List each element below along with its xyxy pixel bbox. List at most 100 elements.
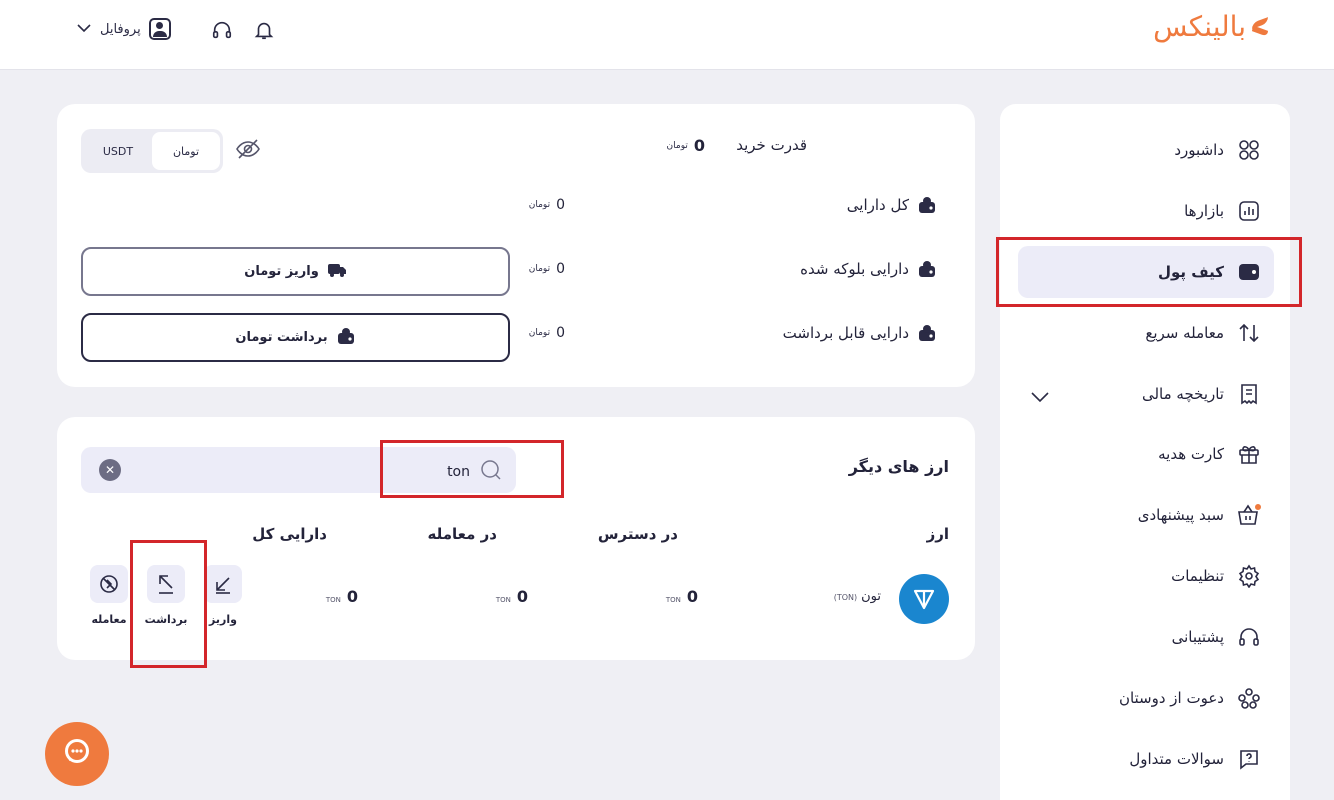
users-icon [1236,685,1262,711]
coin-in-trade-value: 0 TON [496,587,528,606]
sidebar-item-markets[interactable]: بازارها [1018,185,1274,237]
sidebar-item-suggested-basket[interactable]: سبد پیشنهادی [1018,489,1274,541]
sidebar-item-gift-card[interactable]: کارت هدیه [1018,428,1274,480]
sidebar-item-label: کارت هدیه [1158,445,1224,463]
coin-deposit-action[interactable]: واریز [204,565,242,626]
chat-button[interactable] [45,722,109,786]
asset-label: دارایی بلوکه شده [800,260,909,278]
asset-amount: 0 [556,261,565,277]
coin-trade-action[interactable]: معامله [90,565,128,626]
coin-unit: TON [495,596,511,604]
arrow-down-left-icon [204,565,242,603]
coin-available-value: 0 TON [666,587,698,606]
dashboard-icon [1236,137,1262,163]
coins-wallet-icon [917,324,937,342]
buy-power-label: قدرت خرید [736,136,807,154]
sidebar-item-settings[interactable]: تنظیمات [1018,550,1274,602]
trade-disabled-icon [90,565,128,603]
toggle-option-toman[interactable]: تومان [152,132,220,170]
profile-label: پروفایل [100,21,141,37]
sidebar-item-support[interactable]: پشتیبانی [1018,611,1274,663]
toman-unit: تومان [528,328,551,338]
sidebar: داشبورد بازارها کیف پول معامله سریع تاری… [1000,104,1290,800]
buy-power-amount: 0 [693,136,705,155]
coin-unit: TON [665,596,681,604]
sidebar-item-label: بازارها [1184,202,1224,220]
trade-label: معامله [91,613,127,626]
toman-unit: تومان [528,200,551,210]
coin-name-label: تون [861,589,881,604]
ton-logo-icon [899,574,949,624]
chevron-down-icon [76,22,92,37]
asset-value: 0 تومان [529,261,565,277]
toggle-option-usdt[interactable]: USDT [84,132,152,170]
sidebar-item-label: پشتیبانی [1171,628,1224,646]
column-header-currency: ارز [926,525,949,543]
deposit-label: واریز [209,613,237,626]
asset-value: 0 تومان [529,325,565,341]
sidebar-item-label: تنظیمات [1171,567,1224,585]
chevron-down-icon[interactable] [1030,388,1050,407]
sidebar-item-quick-trade[interactable]: معامله سریع [1018,307,1274,359]
coin-unit: TON [325,596,341,604]
asset-label: دارایی قابل برداشت [782,324,909,342]
withdraw-toman-label: برداشت تومان [235,330,328,345]
profile-menu[interactable]: پروفایل [76,18,171,40]
sidebar-item-invite-friends[interactable]: دعوت از دوستان [1018,672,1274,724]
coin-available-amount: 0 [686,587,698,606]
coin-symbol: (TON) [833,593,858,602]
question-icon [1236,746,1262,772]
asset-row-total: کل دارایی [847,196,937,214]
column-header-available: در دسترس [597,525,678,543]
deposit-toman-button[interactable]: واریز تومان [81,247,510,296]
chat-icon [59,734,95,774]
asset-amount: 0 [556,197,565,213]
coin-in-trade-amount: 0 [516,587,528,606]
asset-row-withdrawable: دارایی قابل برداشت [783,324,937,342]
section-title: ارز های دیگر [848,457,949,476]
coin-total-value: 0 TON [326,587,358,606]
deposit-toman-label: واریز تومان [244,264,319,279]
markets-icon [1236,198,1262,224]
user-icon [148,18,171,40]
coin-name: تون (TON) [834,589,881,604]
sidebar-item-faq[interactable]: سوالات متداول [1018,733,1274,785]
currency-toggle[interactable]: USDT تومان [81,129,223,173]
sidebar-item-dashboard[interactable]: داشبورد [1018,124,1274,176]
asset-label: کل دارایی [846,196,909,214]
logo[interactable]: بالینکس [1153,10,1268,43]
sidebar-item-label: دعوت از دوستان [1118,689,1224,707]
coin-total-amount: 0 [346,587,358,606]
logo-text: بالینکس [1153,10,1246,43]
toman-unit: تومان [528,264,551,274]
balance-card: USDT تومان قدرت خرید 0 تومان کل دارایی 0… [57,104,975,387]
column-header-in-trade: در معامله [427,525,497,543]
sidebar-item-label: تاریخچه مالی [1141,385,1224,403]
eye-off-icon[interactable] [235,138,261,164]
basket-icon [1236,502,1262,528]
coins-wallet-icon [917,196,937,214]
clear-search-icon[interactable]: ✕ [99,459,121,481]
headset-icon [1236,624,1262,650]
withdraw-toman-button[interactable]: برداشت تومان [81,313,510,362]
highlight-box [130,540,207,668]
deposit-truck-icon [327,262,347,282]
coins-wallet-icon [917,260,937,278]
sidebar-item-financial-history[interactable]: تاریخچه مالی [1018,368,1274,420]
sidebar-item-label: سوالات متداول [1129,750,1224,768]
bell-icon[interactable] [252,18,276,42]
gift-icon [1236,441,1262,467]
sidebar-item-label: داشبورد [1174,141,1224,159]
toman-unit: تومان [666,140,688,151]
sidebar-item-label: معامله سریع [1145,324,1224,342]
highlight-box [996,237,1302,307]
asset-value: 0 تومان [529,197,565,213]
logo-mark-icon [1250,18,1268,36]
headset-icon[interactable] [210,18,234,42]
column-header-total: دارایی کل [252,525,327,543]
sidebar-item-label: سبد پیشنهادی [1137,506,1224,524]
swap-icon [1236,320,1262,346]
receipt-icon [1236,381,1262,407]
asset-row-blocked: دارایی بلوکه شده [800,260,937,278]
top-bar: بالینکس پروفایل [0,0,1334,70]
